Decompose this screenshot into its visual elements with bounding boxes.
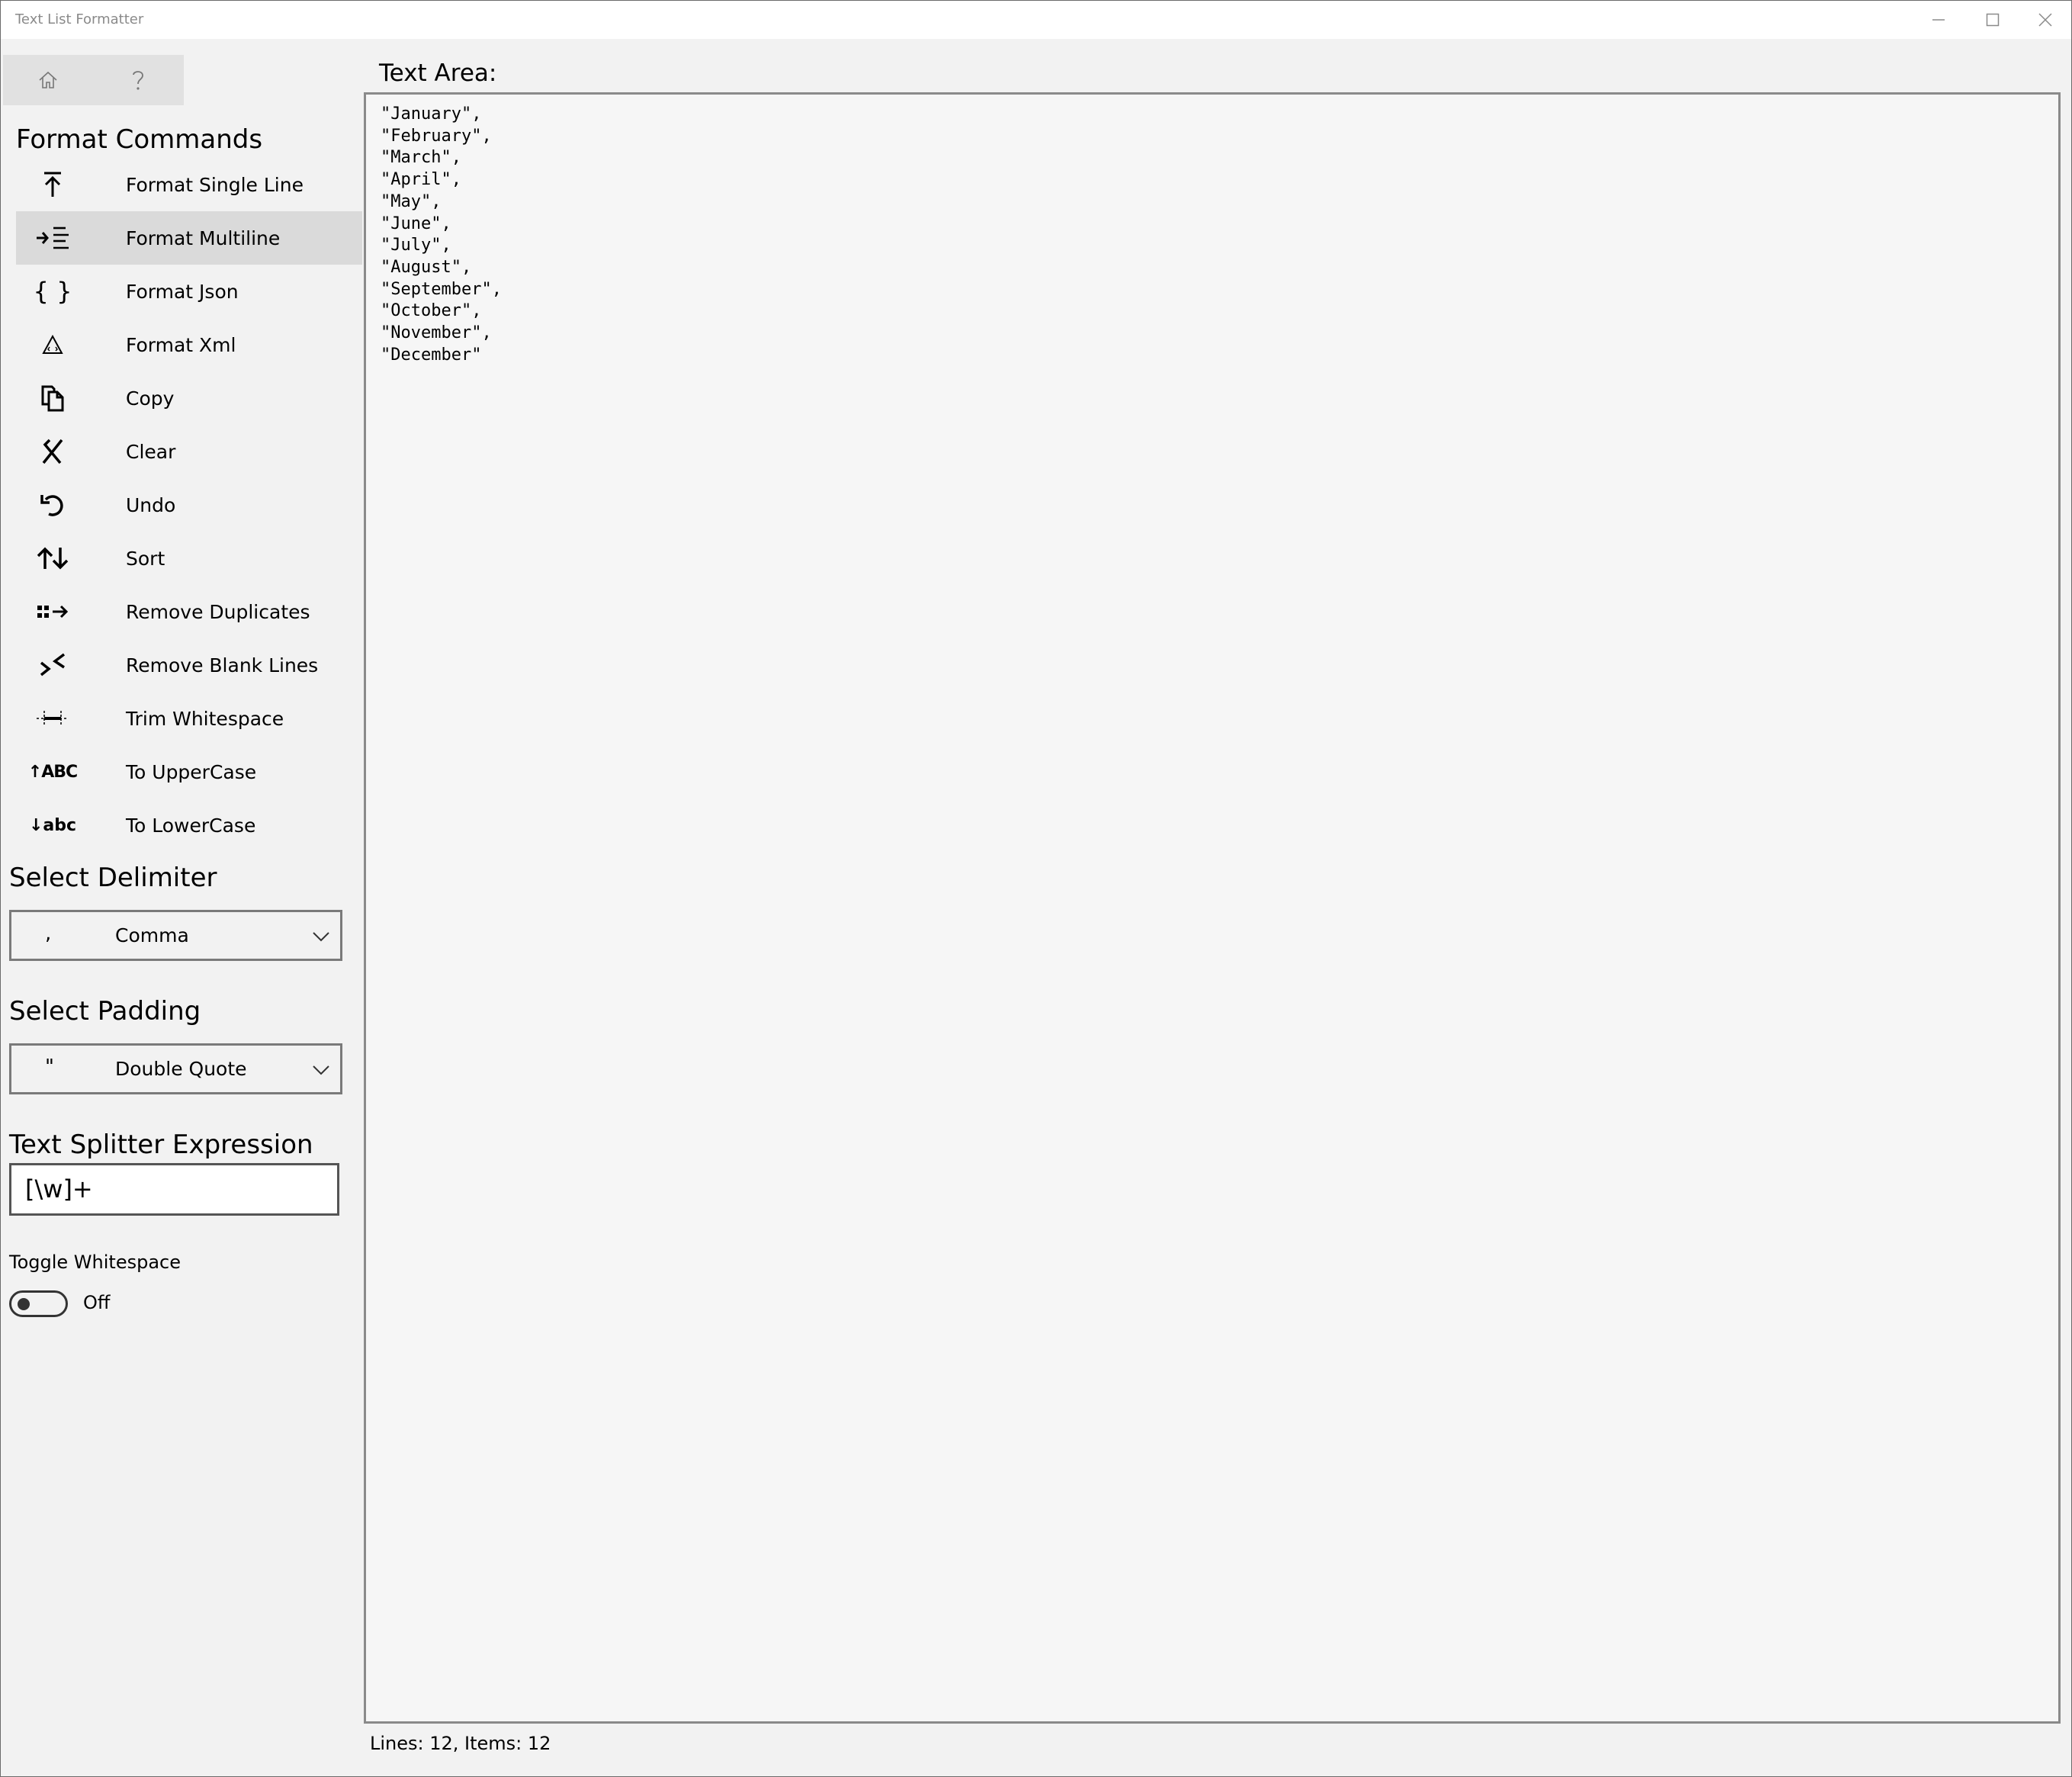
home-button[interactable] (3, 55, 93, 105)
uppercase-glyph: ABC (41, 762, 78, 782)
trim-whitespace-button[interactable]: Trim Whitespace (16, 692, 362, 745)
top-nav (3, 55, 184, 105)
trim-whitespace-label: Trim Whitespace (126, 707, 284, 730)
toggle-state-label: Off (83, 1292, 111, 1313)
delimiter-value: Comma (115, 924, 189, 946)
format-single-line-button[interactable]: Format Single Line (16, 158, 362, 211)
close-icon (2038, 13, 2052, 27)
delimiter-dropdown[interactable]: , Comma (9, 910, 342, 961)
lowercase-icon: ↓ abc (28, 815, 77, 835)
remove-duplicates-button[interactable]: Remove Duplicates (16, 585, 362, 638)
format-xml-button[interactable]: Format Xml (16, 318, 362, 371)
padding-dropdown[interactable]: " Double Quote (9, 1043, 342, 1094)
app-window: Text List Formatter Format Commands Form… (0, 0, 2072, 1777)
padding-value: Double Quote (115, 1058, 247, 1080)
format-multiline-button[interactable]: Format Multiline (16, 211, 362, 265)
to-uppercase-button[interactable]: ↑ ABC To UpperCase (16, 745, 362, 799)
format-xml-label: Format Xml (126, 333, 236, 356)
title-bar: Text List Formatter (1, 1, 2071, 39)
delimiter-symbol: , (45, 922, 52, 945)
whitespace-toggle[interactable] (9, 1290, 68, 1317)
select-padding-heading: Select Padding (9, 996, 201, 1027)
help-icon (133, 71, 143, 90)
remove-duplicates-icon (16, 585, 89, 638)
copy-icon (16, 371, 89, 425)
remove-blank-lines-icon (16, 638, 89, 692)
copy-button[interactable]: Copy (16, 371, 362, 425)
to-uppercase-label: To UpperCase (126, 760, 257, 783)
sort-icon (16, 532, 89, 585)
sort-button[interactable]: Sort (16, 532, 362, 585)
format-multiline-label: Format Multiline (126, 227, 281, 249)
toggle-whitespace-label: Toggle Whitespace (9, 1252, 181, 1273)
splitter-expression-input[interactable] (25, 1174, 323, 1203)
to-lowercase-label: To LowerCase (126, 814, 256, 837)
copy-label: Copy (126, 387, 175, 410)
window-title: Text List Formatter (15, 11, 144, 27)
format-commands-heading: Format Commands (16, 124, 263, 155)
trim-icon (16, 692, 89, 745)
maximize-icon (1986, 13, 2000, 27)
clear-button[interactable]: Clear (16, 425, 362, 478)
undo-button[interactable]: Undo (16, 478, 362, 532)
text-area-content[interactable]: "January", "February", "March", "April",… (381, 104, 502, 366)
status-bar: Lines: 12, Items: 12 (370, 1733, 551, 1754)
text-area-label: Text Area: (379, 59, 497, 87)
clear-label: Clear (126, 440, 176, 463)
padding-symbol: " (45, 1056, 54, 1078)
undo-icon (16, 478, 89, 532)
minimize-icon (1932, 19, 1945, 21)
home-icon (39, 71, 57, 88)
sidebar: Format Commands Format Single Line Forma… (1, 39, 362, 1776)
undo-label: Undo (126, 493, 176, 516)
text-splitter-heading: Text Splitter Expression (9, 1130, 313, 1160)
clear-icon (16, 425, 89, 478)
indent-icon (16, 211, 89, 265)
format-json-label: Format Json (126, 280, 239, 303)
chevron-down-icon (313, 1065, 329, 1075)
remove-duplicates-label: Remove Duplicates (126, 600, 310, 623)
select-delimiter-heading: Select Delimiter (9, 863, 217, 893)
remove-blank-lines-label: Remove Blank Lines (126, 654, 319, 676)
close-button[interactable] (2019, 1, 2071, 39)
text-area[interactable]: "January", "February", "March", "April",… (364, 92, 2061, 1724)
main-panel: Text Area: "January", "February", "March… (362, 39, 2071, 1776)
to-lowercase-button[interactable]: ↓ abc To LowerCase (16, 799, 362, 852)
braces-icon: { } (33, 277, 72, 306)
xml-triangle-icon (16, 318, 89, 371)
help-button[interactable] (93, 55, 183, 105)
lowercase-glyph: abc (43, 815, 77, 835)
sort-label: Sort (126, 547, 165, 570)
format-json-button[interactable]: { } Format Json (16, 265, 362, 318)
remove-blank-lines-button[interactable]: Remove Blank Lines (16, 638, 362, 692)
minimize-button[interactable] (1913, 1, 1964, 39)
toggle-knob (18, 1298, 30, 1310)
arrow-to-top-icon (16, 158, 89, 211)
uppercase-icon: ↑ ABC (27, 762, 78, 782)
maximize-button[interactable] (1967, 1, 2019, 39)
splitter-expression-field[interactable] (9, 1163, 339, 1216)
chevron-down-icon (313, 932, 329, 942)
format-single-line-label: Format Single Line (126, 173, 304, 196)
